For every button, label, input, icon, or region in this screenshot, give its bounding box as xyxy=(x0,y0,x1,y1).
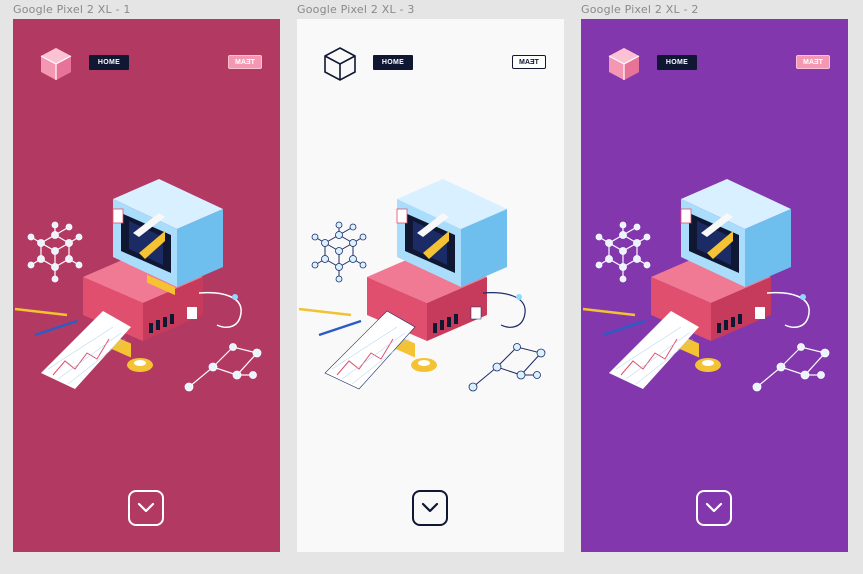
frame-label-2: Google Pixel 2 XL - 2 xyxy=(581,3,699,16)
cube-icon[interactable] xyxy=(40,47,72,81)
cube-icon[interactable] xyxy=(608,47,640,81)
frame-label-3: Google Pixel 2 XL - 3 xyxy=(297,3,415,16)
team-button[interactable]: TEAM xyxy=(512,55,546,69)
scroll-down-button[interactable] xyxy=(128,490,164,526)
scroll-down-button[interactable] xyxy=(412,490,448,526)
home-button[interactable]: HOME xyxy=(657,55,697,70)
phone-frame-1[interactable]: HOME TEAM xyxy=(13,19,280,552)
cube-icon[interactable] xyxy=(324,47,356,81)
chevron-down-icon xyxy=(137,502,155,513)
home-button[interactable]: HOME xyxy=(373,55,413,70)
team-button[interactable]: TEAM xyxy=(796,55,830,69)
retro-computer-illustration xyxy=(582,179,830,392)
phone-frame-3[interactable]: HOME TEAM xyxy=(297,19,564,552)
retro-computer-illustration xyxy=(298,179,546,392)
retro-computer-illustration xyxy=(14,179,262,392)
team-button[interactable]: TEAM xyxy=(228,55,262,69)
scroll-down-button[interactable] xyxy=(696,490,732,526)
chevron-down-icon xyxy=(421,502,439,513)
phone-frame-2[interactable]: HOME TEAM xyxy=(581,19,848,552)
chevron-down-icon xyxy=(705,502,723,513)
frame-label-1: Google Pixel 2 XL - 1 xyxy=(13,3,131,16)
home-button[interactable]: HOME xyxy=(89,55,129,70)
